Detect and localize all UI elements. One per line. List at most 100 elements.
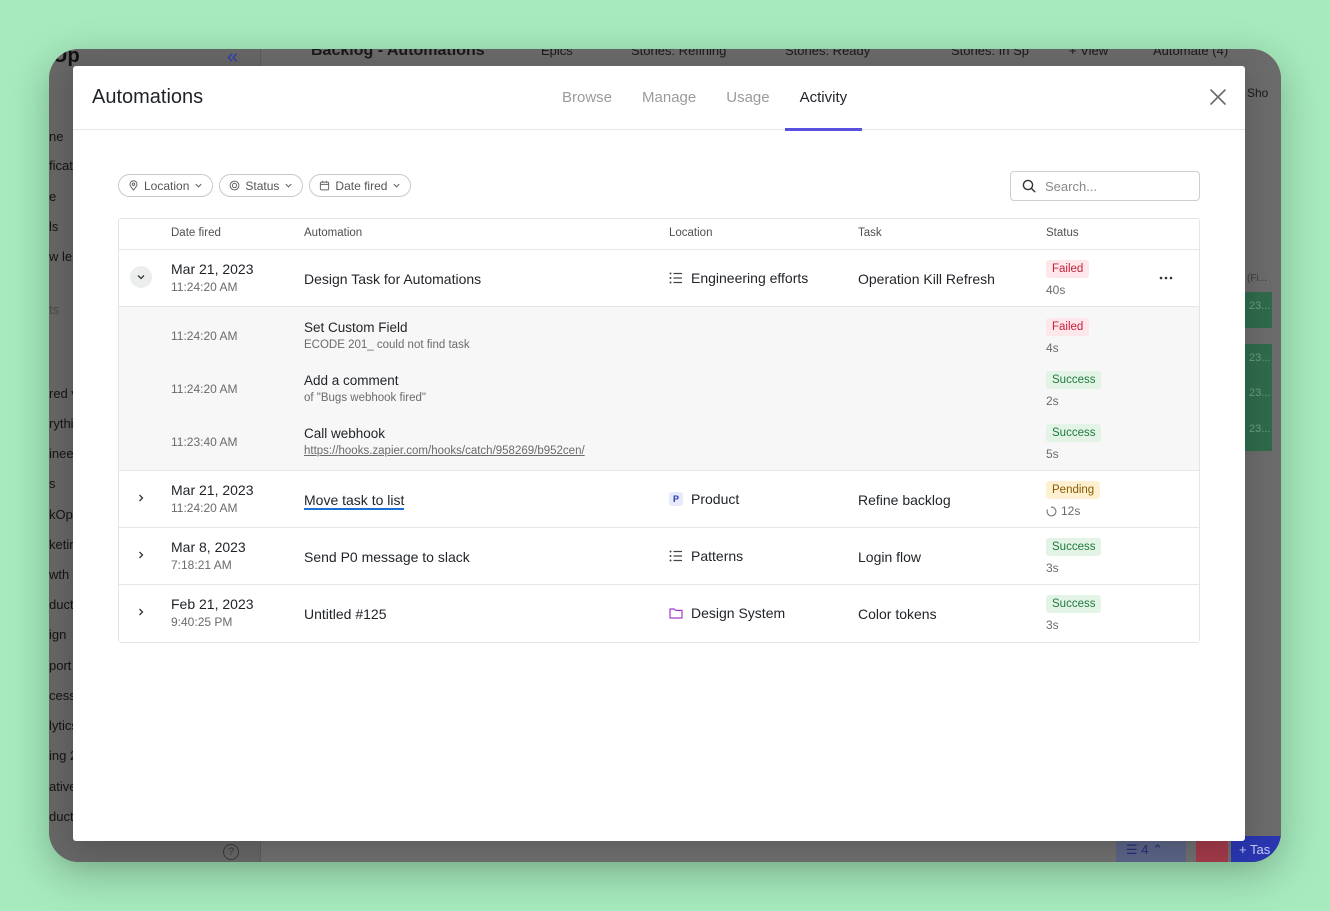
task-name[interactable]: Operation Kill Refresh bbox=[858, 271, 995, 287]
sidebar-item[interactable]: ne bbox=[49, 129, 73, 144]
sidebar-item[interactable]: ls bbox=[49, 219, 73, 234]
header-date-fired[interactable]: Date fired bbox=[171, 227, 221, 239]
date-fired-filter[interactable]: Date fired bbox=[309, 174, 412, 197]
location-cell[interactable]: Design System bbox=[669, 605, 785, 621]
grid-cell: 23... bbox=[1245, 379, 1272, 415]
table-row[interactable]: Mar 8, 2023 7:18:21 AM Send P0 message t… bbox=[119, 528, 1199, 585]
location-cell[interactable]: Engineering efforts bbox=[669, 270, 808, 286]
step-description: ECODE 201_ could not find task bbox=[304, 339, 470, 351]
grid-cell: 23... bbox=[1245, 344, 1272, 380]
location-name: Design System bbox=[691, 605, 786, 621]
search-icon bbox=[1022, 179, 1036, 193]
step-name: Add a comment bbox=[304, 373, 399, 388]
sidebar-item[interactable]: port bbox=[49, 658, 73, 673]
close-button[interactable] bbox=[1207, 86, 1229, 108]
sidebar-item[interactable]: lytics bbox=[49, 718, 73, 733]
show-button[interactable]: Sho bbox=[1247, 86, 1268, 100]
automation-name[interactable]: Untitled #125 bbox=[304, 606, 387, 622]
sidebar-item[interactable]: duct bbox=[49, 809, 73, 824]
header-task[interactable]: Task bbox=[858, 227, 882, 239]
tab-manage[interactable]: Manage bbox=[627, 66, 711, 130]
sidebar-item[interactable]: ative bbox=[49, 779, 73, 794]
sidebar-item[interactable]: ketin bbox=[49, 537, 73, 552]
sidebar-item[interactable]: ineer bbox=[49, 446, 73, 461]
step-time: 11:24:20 AM bbox=[171, 329, 238, 343]
location-cell[interactable]: Patterns bbox=[669, 548, 743, 564]
duration-value: 3s bbox=[1046, 618, 1059, 632]
sidebar-item[interactable]: s bbox=[49, 476, 73, 491]
time-fired: 9:40:25 PM bbox=[171, 615, 233, 629]
duration-value: 4s bbox=[1046, 341, 1059, 355]
view-tab[interactable]: Stories: Refining bbox=[631, 49, 726, 58]
automate-button[interactable]: Automate (4) bbox=[1153, 49, 1228, 58]
list-title[interactable]: Backlog - Automations bbox=[311, 49, 485, 60]
tab-usage[interactable]: Usage bbox=[711, 66, 784, 130]
chevron-down-icon bbox=[195, 183, 202, 188]
automation-name[interactable]: Send P0 message to slack bbox=[304, 549, 470, 565]
header-status[interactable]: Status bbox=[1046, 227, 1079, 239]
step-status-cell: Success 2s bbox=[1046, 370, 1102, 408]
webhook-url-link[interactable]: https://hooks.zapier.com/hooks/catch/958… bbox=[304, 445, 585, 457]
task-name[interactable]: Refine backlog bbox=[858, 492, 951, 508]
sidebar-item[interactable]: cess bbox=[49, 688, 73, 703]
step-row: 11:24:20 AM Set Custom Field ECODE 201_ … bbox=[119, 307, 1199, 360]
location-filter[interactable]: Location bbox=[118, 174, 214, 197]
step-description: of "Bugs webhook fired" bbox=[304, 392, 426, 404]
help-icon[interactable]: ? bbox=[223, 844, 239, 860]
table-row[interactable]: Mar 21, 2023 11:24:20 AM Move task to li… bbox=[119, 471, 1199, 528]
duration-value: 2s bbox=[1046, 394, 1059, 408]
search-input[interactable] bbox=[1045, 178, 1185, 194]
status-badge: Success bbox=[1046, 424, 1102, 442]
view-tab[interactable]: Stories: In Sp bbox=[951, 49, 1029, 58]
header-location[interactable]: Location bbox=[669, 227, 712, 239]
add-view-button[interactable]: + View bbox=[1069, 49, 1108, 58]
sidebar-section: ts bbox=[49, 302, 60, 317]
collapse-row-button[interactable] bbox=[130, 266, 152, 288]
automation-name[interactable]: Design Task for Automations bbox=[304, 271, 481, 287]
status-filter[interactable]: Status bbox=[219, 174, 304, 197]
status-cell: Success 3s bbox=[1046, 594, 1102, 632]
duration: 12s bbox=[1046, 504, 1100, 518]
expand-row-button[interactable] bbox=[130, 487, 152, 509]
task-name[interactable]: Login flow bbox=[858, 549, 921, 565]
sidebar-item[interactable]: red v bbox=[49, 386, 73, 401]
expand-row-button[interactable] bbox=[130, 601, 152, 623]
location-cell[interactable]: P Product bbox=[669, 491, 739, 507]
table-row[interactable]: Feb 21, 2023 9:40:25 PM Untitled #125 De… bbox=[119, 585, 1199, 642]
search-box[interactable] bbox=[1010, 171, 1200, 201]
duration: 40s bbox=[1046, 283, 1089, 297]
status-badge: Success bbox=[1046, 538, 1102, 556]
list-icon bbox=[669, 271, 683, 285]
spinner-icon bbox=[1046, 506, 1057, 516]
tab-activity[interactable]: Activity bbox=[784, 66, 863, 131]
date-fired-filter-label: Date fired bbox=[335, 178, 388, 193]
sidebar-item[interactable]: duct bbox=[49, 597, 73, 612]
duration-value: 12s bbox=[1061, 504, 1081, 518]
folder-icon bbox=[669, 606, 683, 620]
view-tab[interactable]: Stories: Ready bbox=[785, 49, 870, 58]
more-options-button[interactable] bbox=[1156, 268, 1176, 288]
sidebar-item[interactable]: ficat bbox=[49, 158, 73, 173]
sidebar-item[interactable]: ing 2 bbox=[49, 748, 73, 763]
sidebar-item[interactable]: w les bbox=[49, 249, 73, 264]
sidebar-item[interactable]: e bbox=[49, 189, 73, 204]
step-time: 11:23:40 AM bbox=[171, 435, 238, 449]
status-badge: Pending bbox=[1046, 481, 1101, 499]
location-filter-label: Location bbox=[144, 178, 190, 193]
task-name[interactable]: Color tokens bbox=[858, 606, 937, 622]
tab-browse[interactable]: Browse bbox=[547, 66, 627, 130]
time-fired: 7:18:21 AM bbox=[171, 558, 232, 572]
view-tab[interactable]: Epics bbox=[541, 49, 573, 58]
chevron-right-icon bbox=[139, 494, 144, 502]
sidebar-item[interactable]: rythi bbox=[49, 416, 73, 431]
app-topbar: Backlog - Automations Epics Stories: Ref… bbox=[261, 49, 1281, 65]
header-automation[interactable]: Automation bbox=[304, 227, 362, 239]
table-row[interactable]: Mar 21, 2023 11:24:20 AM Design Task for… bbox=[119, 250, 1199, 307]
sidebar-item[interactable]: ign bbox=[49, 627, 73, 642]
expand-row-button[interactable] bbox=[130, 544, 152, 566]
sidebar-item[interactable]: kOps bbox=[49, 507, 73, 522]
duration-value: 5s bbox=[1046, 447, 1059, 461]
step-time: 11:24:20 AM bbox=[171, 382, 238, 396]
automation-name-link[interactable]: Move task to list bbox=[304, 492, 405, 510]
sidebar-item[interactable]: wth bbox=[49, 567, 73, 582]
